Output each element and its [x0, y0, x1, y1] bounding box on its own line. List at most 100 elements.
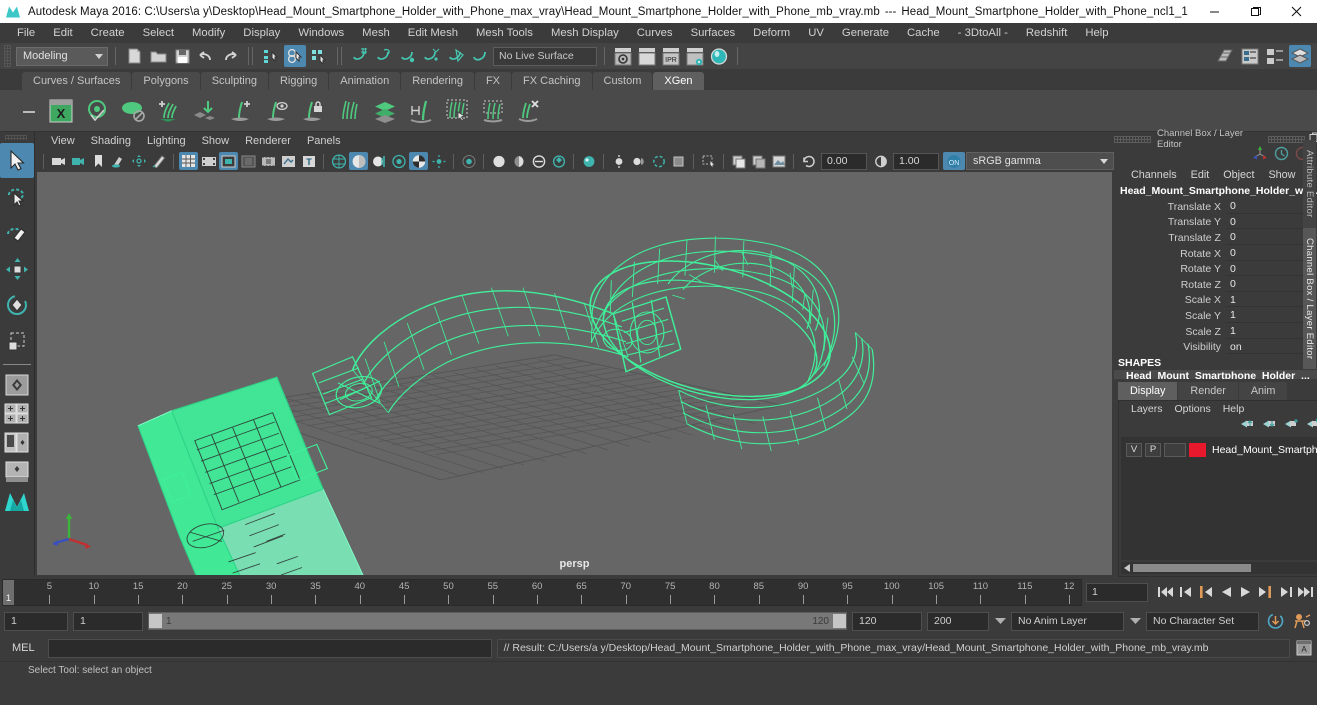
gate-mask-icon[interactable]: [239, 152, 258, 170]
shelf-options-handle[interactable]: [18, 98, 40, 126]
tab-render-layers[interactable]: Render: [1178, 382, 1238, 400]
color-space-selector[interactable]: sRGB gamma: [966, 152, 1114, 170]
xgen-length-icon[interactable]: [406, 96, 436, 126]
layer-name[interactable]: Head_Mount_Smartphor: [1209, 444, 1317, 456]
channel-row-translate-z[interactable]: Translate Z 0: [1114, 230, 1317, 246]
menu-uv[interactable]: UV: [799, 25, 833, 41]
layer-shading-toggle[interactable]: [1164, 442, 1186, 457]
new-layer-from-selected-icon[interactable]: [1306, 417, 1317, 435]
channelbox-menu-object[interactable]: Object: [1216, 168, 1261, 182]
channel-row-scale-x[interactable]: Scale X 1: [1114, 293, 1317, 309]
range-slider-bar[interactable]: 1 120: [148, 612, 847, 630]
viewport-menu-view[interactable]: View: [43, 134, 83, 148]
vtab-attribute-editor[interactable]: Attribute Editor: [1303, 140, 1316, 228]
playback-start-time-field[interactable]: 1: [73, 611, 143, 631]
menu-curves[interactable]: Curves: [628, 25, 682, 41]
statusline-grip[interactable]: [4, 45, 11, 67]
motion-blur-icon[interactable]: [429, 152, 448, 170]
menu-edit-mesh[interactable]: Edit Mesh: [399, 25, 467, 41]
channel-row-scale-y[interactable]: Scale Y 1: [1114, 308, 1317, 324]
shape-node-name[interactable]: Head_Mount_Smartphone_Holder_...: [1114, 369, 1317, 379]
2d-pan-zoom-icon[interactable]: [129, 152, 148, 170]
vtab-channel-box-layer-editor[interactable]: Channel Box / Layer Editor: [1303, 227, 1316, 369]
screen-space-ao-icon[interactable]: [409, 152, 428, 170]
grease-pencil-icon[interactable]: [149, 152, 168, 170]
shelf-tab-rigging[interactable]: Rigging: [268, 72, 329, 90]
exposure-icon[interactable]: [279, 152, 298, 170]
layer-row[interactable]: V P Head_Mount_Smartphor: [1121, 441, 1317, 458]
use-all-lights-icon[interactable]: [369, 152, 388, 170]
channel-row-rotate-y[interactable]: Rotate Y 0: [1114, 261, 1317, 277]
menu-select[interactable]: Select: [134, 25, 183, 41]
tab-anim-layers[interactable]: Anim: [1238, 382, 1288, 400]
grid-toggle-icon[interactable]: [179, 152, 198, 170]
auto-keyframe-icon[interactable]: [1264, 612, 1286, 630]
range-slider-right-handle[interactable]: [833, 614, 846, 628]
exposure-value-field[interactable]: 0.00: [821, 152, 867, 170]
ao-quality-icon[interactable]: [669, 152, 688, 170]
current-frame-field[interactable]: 1: [1086, 582, 1148, 602]
menu-windows[interactable]: Windows: [289, 25, 353, 41]
shadows-icon[interactable]: [389, 152, 408, 170]
shelf-tab-animation[interactable]: Animation: [329, 72, 401, 90]
go-to-end-button[interactable]: [1296, 582, 1315, 602]
persp-graph-layout-icon[interactable]: [0, 458, 34, 486]
minimize-button[interactable]: [1194, 0, 1235, 23]
shelf-tab-curves-surfaces[interactable]: Curves / Surfaces: [22, 72, 132, 90]
tool-settings-icon[interactable]: [1264, 45, 1286, 67]
channelbox-menu-show[interactable]: Show: [1261, 168, 1302, 182]
step-back-keyframe-button[interactable]: [1176, 582, 1195, 602]
menu-file[interactable]: File: [8, 25, 44, 41]
menu-display[interactable]: Display: [234, 25, 289, 41]
texture-display-icon[interactable]: [579, 152, 598, 170]
undo-button[interactable]: [195, 45, 217, 67]
multisample-icon[interactable]: [459, 152, 478, 170]
go-to-start-button[interactable]: [1156, 582, 1175, 602]
range-slider-left-handle[interactable]: [149, 614, 162, 628]
menu-surfaces[interactable]: Surfaces: [682, 25, 745, 41]
snapshot-icon[interactable]: [769, 152, 788, 170]
redo-button[interactable]: [219, 45, 241, 67]
isolate-select-icon[interactable]: [489, 152, 508, 170]
layer-menu-layers[interactable]: Layers: [1125, 402, 1169, 416]
xgen-preview-icon[interactable]: [82, 96, 112, 126]
layer-menu-help[interactable]: Help: [1217, 402, 1251, 416]
shelf-tab-custom[interactable]: Custom: [592, 72, 653, 90]
channel-list[interactable]: Head_Mount_Smartphone_Holder_wit... Tran…: [1114, 183, 1317, 379]
color-management-toggle-icon[interactable]: ON: [943, 152, 965, 170]
play-backwards-button[interactable]: [1216, 582, 1235, 602]
snap-curve-icon[interactable]: [373, 45, 395, 67]
xgen-editor-icon[interactable]: X: [46, 96, 76, 126]
xgen-add-guide-icon[interactable]: [226, 96, 256, 126]
toolbox-grip[interactable]: [4, 135, 27, 140]
layer-color-swatch[interactable]: [1189, 442, 1206, 457]
viewport-menu-renderer[interactable]: Renderer: [237, 134, 299, 148]
shelf-tab-rendering[interactable]: Rendering: [401, 72, 474, 90]
save-scene-button[interactable]: [171, 45, 193, 67]
channel-row-rotate-z[interactable]: Rotate Z 0: [1114, 277, 1317, 293]
open-scene-button[interactable]: [147, 45, 169, 67]
menu-mesh-display[interactable]: Mesh Display: [542, 25, 628, 41]
four-view-layout-icon[interactable]: [0, 400, 34, 428]
image-plane-icon[interactable]: [109, 152, 128, 170]
step-forward-keyframe-button[interactable]: [1276, 582, 1295, 602]
smooth-shade-all-icon[interactable]: [349, 152, 368, 170]
paste-view-icon[interactable]: [749, 152, 768, 170]
panel-drag-handle-left[interactable]: [1114, 135, 1151, 143]
two-sided-lighting-icon[interactable]: [629, 152, 648, 170]
text-icon[interactable]: T: [299, 152, 318, 170]
new-scene-button[interactable]: [123, 45, 145, 67]
viewport-menu-lighting[interactable]: Lighting: [139, 134, 194, 148]
live-surface-field[interactable]: No Live Surface: [493, 46, 597, 66]
panel-drag-handle-right[interactable]: [1267, 135, 1305, 143]
attribute-editor-icon[interactable]: [1239, 45, 1261, 67]
show-hide-sidebar-icon[interactable]: [1214, 45, 1236, 67]
paint-select-tool-button[interactable]: [0, 215, 34, 250]
character-set-dropdown-arrow[interactable]: [1129, 612, 1141, 630]
playback-end-time-field[interactable]: 120: [852, 611, 922, 631]
menu-help[interactable]: Help: [1076, 25, 1117, 41]
layer-playback-toggle[interactable]: P: [1145, 442, 1161, 457]
new-layer-icon[interactable]: [1284, 417, 1299, 435]
select-camera-icon[interactable]: [49, 152, 68, 170]
light-display-icon[interactable]: [609, 152, 628, 170]
